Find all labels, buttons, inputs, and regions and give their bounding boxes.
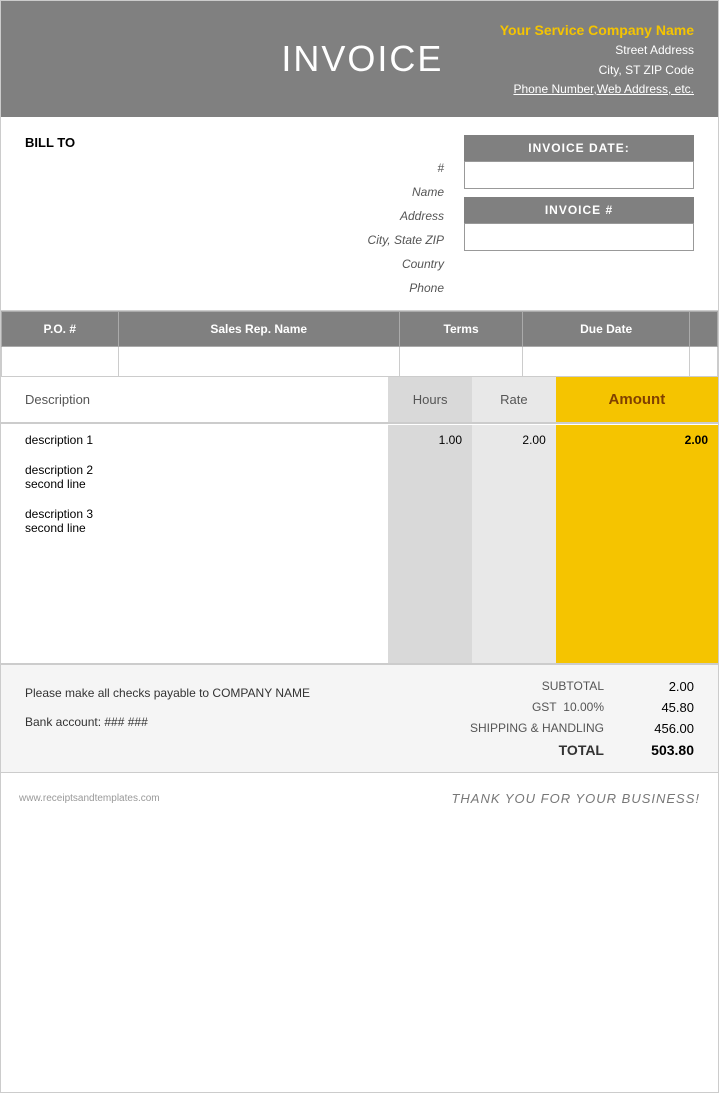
invoice-number-label: INVOICE # [464, 197, 694, 223]
spacer-row-3 [1, 603, 718, 633]
bill-phone-field: Phone [25, 276, 444, 300]
invoice-footer: www.receiptsandtemplates.com THANK YOU F… [1, 772, 718, 824]
desc-row2-hours [388, 455, 472, 499]
company-contact: Phone Number,Web Address, etc. [513, 82, 694, 96]
subtotal-value: 2.00 [624, 679, 694, 694]
bill-city-state-zip-field: City, State ZIP [25, 228, 444, 252]
total-value: 503.80 [624, 742, 694, 758]
spacer-row-4 [1, 633, 718, 663]
bill-country-field: Country [25, 252, 444, 276]
totals-right: SUBTOTAL 2.00 GST 10.00% 45.80 SHIPPING … [394, 679, 694, 764]
desc-row1-hours: 1.00 [388, 425, 472, 455]
company-address2: City, ST ZIP Code [500, 61, 694, 80]
invoice-title: INVOICE [225, 38, 500, 80]
desc-row2-rate [472, 455, 556, 499]
desc-header-row: Description Hours Rate Amount [1, 377, 718, 423]
total-label: TOTAL [424, 742, 604, 758]
po-number-cell[interactable] [2, 346, 119, 376]
footer-website: www.receiptsandtemplates.com [19, 793, 160, 804]
desc-row1-amount: 2.00 [556, 425, 718, 455]
desc-row2-desc: description 2 second line [1, 455, 388, 499]
gst-label: GST 10.00% [424, 700, 604, 714]
po-header-row: P.O. # Sales Rep. Name Terms Due Date [2, 311, 718, 346]
checks-payable-text: Please make all checks payable to COMPAN… [25, 679, 310, 708]
company-info: Your Service Company Name Street Address… [500, 19, 694, 99]
desc-row3-hours [388, 499, 472, 543]
subtotal-label: SUBTOTAL [424, 679, 604, 693]
desc-row-1: description 1 1.00 2.00 2.00 [1, 425, 718, 455]
desc-row1-rate: 2.00 [472, 425, 556, 455]
desc-row2-amount [556, 455, 718, 499]
bill-number-field: # [25, 156, 444, 180]
terms-header: Terms [399, 311, 522, 346]
invoice-header: INVOICE Your Service Company Name Street… [1, 1, 718, 117]
bill-to-fields: # Name Address City, State ZIP Country P… [25, 156, 464, 300]
spacer-row-2 [1, 573, 718, 603]
extra-header [690, 311, 718, 346]
subtotal-row: SUBTOTAL 2.00 [394, 679, 694, 694]
invoice-date-input[interactable] [464, 161, 694, 189]
gst-row: GST 10.00% 45.80 [394, 700, 694, 715]
company-address1: Street Address [500, 41, 694, 60]
shipping-row: SHIPPING & HANDLING 456.00 [394, 721, 694, 736]
desc-row-3: description 3 second line [1, 499, 718, 543]
totals-section: Please make all checks payable to COMPAN… [1, 663, 718, 772]
desc-row-2: description 2 second line [1, 455, 718, 499]
shipping-value: 456.00 [624, 721, 694, 736]
bill-to-left: BILL TO # Name Address City, State ZIP C… [25, 135, 464, 300]
hours-col-header: Hours [388, 377, 472, 423]
spacer-row-1 [1, 543, 718, 573]
bank-account-text: Bank account: ### ### [25, 708, 310, 737]
desc-row1-desc: description 1 [1, 425, 388, 455]
extra-cell [690, 346, 718, 376]
totals-left: Please make all checks payable to COMPAN… [25, 679, 310, 737]
description-table: Description Hours Rate Amount descriptio… [1, 377, 718, 663]
total-row: TOTAL 503.80 [394, 742, 694, 758]
shipping-label: SHIPPING & HANDLING [424, 721, 604, 735]
sales-rep-cell[interactable] [118, 346, 399, 376]
bill-to-right: INVOICE DATE: INVOICE # [464, 135, 694, 300]
po-number-header: P.O. # [2, 311, 119, 346]
desc-row3-amount [556, 499, 718, 543]
bill-to-label: BILL TO [25, 135, 464, 150]
invoice-number-input[interactable] [464, 223, 694, 251]
bill-name-field: Name [25, 180, 444, 204]
invoice-date-label: INVOICE DATE: [464, 135, 694, 161]
due-date-cell[interactable] [523, 346, 690, 376]
po-table: P.O. # Sales Rep. Name Terms Due Date [1, 311, 718, 377]
thank-you-message: THANK YOU FOR YOUR BUSINESS! [451, 791, 700, 806]
terms-cell[interactable] [399, 346, 522, 376]
company-name: Your Service Company Name [500, 19, 694, 41]
desc-row3-desc: description 3 second line [1, 499, 388, 543]
bill-section: BILL TO # Name Address City, State ZIP C… [1, 117, 718, 311]
bill-address-field: Address [25, 204, 444, 228]
desc-col-header: Description [1, 377, 388, 423]
due-date-header: Due Date [523, 311, 690, 346]
desc-row3-rate [472, 499, 556, 543]
po-data-row [2, 346, 718, 376]
gst-value: 45.80 [624, 700, 694, 715]
totals-flex: Please make all checks payable to COMPAN… [25, 679, 694, 764]
amount-col-header: Amount [556, 377, 718, 423]
desc-body: description 1 1.00 2.00 2.00 description… [1, 423, 718, 663]
sales-rep-header: Sales Rep. Name [118, 311, 399, 346]
rate-col-header: Rate [472, 377, 556, 423]
